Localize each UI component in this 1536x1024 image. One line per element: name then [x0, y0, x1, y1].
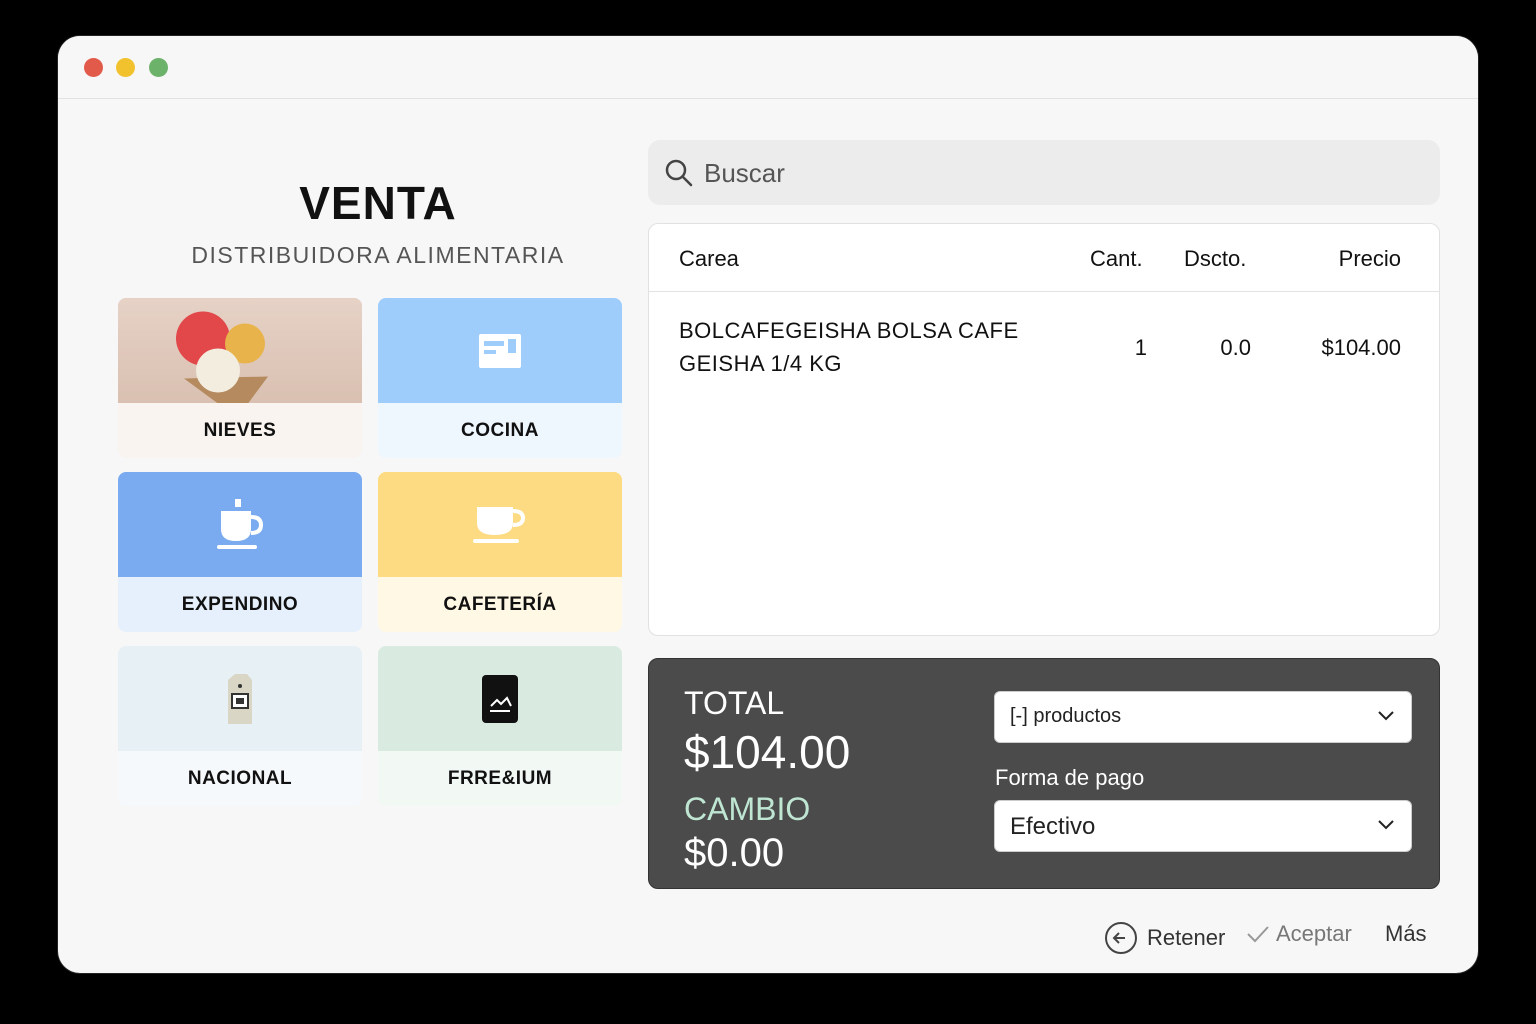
- coffee-bag-icon: [118, 646, 362, 751]
- header: VENTA DISTRIBUIDORA ALIMENTARIA: [118, 176, 638, 269]
- premium-package-icon: [378, 646, 622, 751]
- column-header-discount: Dscto.: [1184, 246, 1247, 271]
- item-qty: 1: [1134, 335, 1147, 360]
- app-window: VENTA DISTRIBUIDORA ALIMENTARIA NIEVES C…: [58, 36, 1478, 973]
- category-label: EXPENDINO: [118, 577, 362, 632]
- accept-button[interactable]: Aceptar: [1246, 921, 1352, 947]
- coffee-cup-icon: [118, 472, 362, 577]
- page-title: VENTA: [299, 177, 457, 229]
- category-label: NIEVES: [118, 403, 362, 458]
- item-price: $104.00: [1321, 335, 1401, 360]
- category-label: CAFETERÍA: [378, 577, 622, 632]
- payment-method-select[interactable]: Efectivo: [994, 800, 1412, 852]
- title-bar: [58, 36, 1478, 99]
- kitchen-icon: [378, 298, 622, 403]
- column-header-price: Precio: [1338, 246, 1401, 271]
- sale-items-table: Carea Cant. Dscto. Precio BOLCAFEGEISHA …: [648, 223, 1440, 636]
- category-tile-cocina[interactable]: COCINA: [378, 298, 622, 458]
- close-window-button[interactable]: [84, 58, 103, 77]
- category-tile-nacional[interactable]: NACIONAL: [118, 646, 362, 806]
- products-select[interactable]: [-] productos: [994, 691, 1412, 743]
- search-input[interactable]: [702, 152, 1406, 194]
- total-label: TOTAL: [684, 685, 785, 721]
- search-icon: [665, 159, 693, 187]
- totals-panel: TOTAL $104.00 CAMBIO $0.00 [-] productos…: [648, 658, 1440, 889]
- change-label: CAMBIO: [684, 791, 811, 827]
- more-button[interactable]: Más: [1385, 921, 1427, 947]
- category-label: FRRE&IUM: [378, 751, 622, 806]
- category-tile-expendino[interactable]: EXPENDINO: [118, 472, 362, 632]
- chevron-down-icon: [1378, 711, 1394, 721]
- item-discount: 0.0: [1220, 335, 1251, 360]
- category-tile-nieves[interactable]: NIEVES: [118, 298, 362, 458]
- chevron-down-icon: [1378, 820, 1394, 830]
- ice-cream-icon: [118, 298, 362, 403]
- total-value: $104.00: [684, 726, 851, 778]
- table-header: Carea Cant. Dscto. Precio: [649, 224, 1439, 292]
- page-subtitle: DISTRIBUIDORA ALIMENTARIA: [191, 242, 565, 268]
- arrow-left-circle-icon: [1105, 922, 1137, 954]
- column-header-qty: Cant.: [1090, 246, 1143, 271]
- category-tile-premium[interactable]: FRRE&IUM: [378, 646, 622, 806]
- search-bar[interactable]: [648, 140, 1440, 205]
- item-name: BOLCAFEGEISHA BOLSA CAFE GEISHA 1/4 KG: [679, 318, 1019, 376]
- category-tile-cafeteria[interactable]: CAFETERÍA: [378, 472, 622, 632]
- category-label: COCINA: [378, 403, 622, 458]
- minimize-window-button[interactable]: [116, 58, 135, 77]
- zoom-window-button[interactable]: [149, 58, 168, 77]
- category-label: NACIONAL: [118, 751, 362, 806]
- column-header-item: Carea: [679, 246, 739, 271]
- coffee-cup-icon: [378, 472, 622, 577]
- checkmark-icon: [1247, 926, 1269, 943]
- payment-method-label: Forma de pago: [995, 765, 1145, 790]
- change-value: $0.00: [684, 831, 785, 875]
- hold-button[interactable]: Retener: [1104, 921, 1225, 955]
